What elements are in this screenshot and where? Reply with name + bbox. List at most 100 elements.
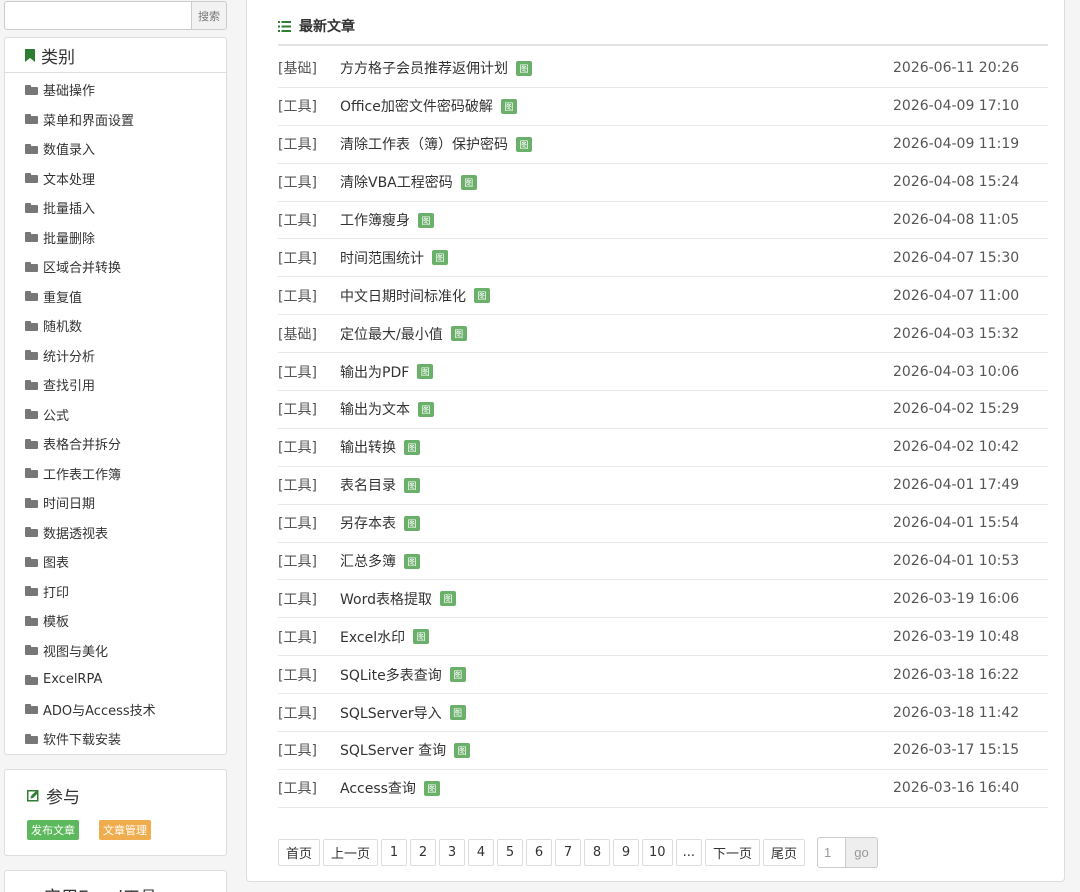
image-badge: 图: [454, 742, 471, 758]
article-title-link[interactable]: Word表格提取: [340, 589, 432, 609]
article-category[interactable]: [基础]: [278, 58, 340, 78]
category-label: 工作表工作簿: [43, 467, 122, 483]
article-title-link[interactable]: 定位最大/最小值: [340, 324, 443, 344]
article-row: [工具] 时间范围统计图 2026-04-07 15:30: [278, 239, 1048, 278]
category-panel: 类别 基础操作 菜单和界面设置 数值录入 文本处理 批量插入 批量删除 区域合并转换 重复值随…: [4, 37, 227, 755]
category-item[interactable]: 模板: [5, 606, 226, 636]
participate-panel: 参与 发布文章 文章管理: [4, 769, 227, 856]
category-item[interactable]: 视图与美化: [5, 636, 226, 666]
article-category[interactable]: [工具]: [278, 437, 340, 457]
article-title-link[interactable]: 方方格子会员推荐返佣计划: [340, 58, 508, 78]
page-number-button[interactable]: 6: [526, 839, 553, 866]
article-category[interactable]: [工具]: [278, 96, 340, 116]
search-button[interactable]: 搜索: [192, 1, 227, 30]
article-category[interactable]: [工具]: [278, 475, 340, 495]
category-item[interactable]: 查找引用: [5, 370, 226, 400]
category-item[interactable]: 区域合并转换: [5, 252, 226, 282]
article-title-link[interactable]: 输出为PDF: [340, 362, 409, 382]
page-number-button[interactable]: 4: [468, 839, 495, 866]
search-input[interactable]: [4, 1, 192, 30]
category-item[interactable]: 随机数: [5, 311, 226, 341]
article-row: [基础] 定位最大/最小值图 2026-04-03 15:32: [278, 315, 1048, 354]
category-item[interactable]: 统计分析: [5, 341, 226, 371]
manage-articles-button[interactable]: 文章管理: [99, 820, 151, 840]
go-button[interactable]: go: [846, 837, 879, 868]
category-item[interactable]: 表格合并拆分: [5, 429, 226, 459]
article-title-link[interactable]: Office加密文件密码破解: [340, 96, 493, 116]
folder-icon: [25, 143, 38, 154]
category-item[interactable]: 公式: [5, 400, 226, 430]
article-title-link[interactable]: 输出为文本: [340, 399, 410, 419]
category-item[interactable]: 工作表工作簿: [5, 459, 226, 489]
article-date: 2026-04-01 10:53: [893, 553, 1020, 570]
page-number-button[interactable]: 5: [497, 839, 524, 866]
article-category[interactable]: [工具]: [278, 778, 340, 798]
page-number-button[interactable]: 2: [410, 839, 437, 866]
page-number-button[interactable]: 10: [642, 839, 673, 866]
article-category[interactable]: [工具]: [278, 172, 340, 192]
article-category[interactable]: [工具]: [278, 399, 340, 419]
article-title-link[interactable]: SQLite多表查询: [340, 665, 442, 685]
article-row: [工具] Excel水印图 2026-03-19 10:48: [278, 618, 1048, 657]
article-title-link[interactable]: Excel水印: [340, 627, 405, 647]
first-page-button[interactable]: 首页: [278, 839, 321, 866]
category-item[interactable]: 批量插入: [5, 193, 226, 223]
article-title-link[interactable]: 汇总多簿: [340, 551, 396, 571]
article-title-link[interactable]: 工作簿瘦身: [340, 210, 410, 230]
article-title-link[interactable]: SQLServer导入: [340, 703, 442, 723]
category-item[interactable]: 图表: [5, 547, 226, 577]
article-category[interactable]: [工具]: [278, 589, 340, 609]
goto-page-input[interactable]: [817, 837, 847, 868]
page-number-button[interactable]: 3: [439, 839, 466, 866]
page-number-button[interactable]: 1: [381, 839, 408, 866]
folder-icon: [25, 674, 38, 685]
category-item[interactable]: 文本处理: [5, 164, 226, 194]
edit-icon: [27, 789, 40, 802]
article-category[interactable]: [工具]: [278, 703, 340, 723]
article-category[interactable]: [工具]: [278, 134, 340, 154]
category-item[interactable]: 基础操作: [5, 75, 226, 105]
article-title-link[interactable]: 时间范围统计: [340, 248, 424, 268]
article-category[interactable]: [工具]: [278, 513, 340, 533]
article-title-link[interactable]: 输出转换: [340, 437, 396, 457]
article-date: 2026-03-18 16:22: [893, 666, 1020, 683]
article-title-link[interactable]: SQLServer 查询: [340, 740, 446, 760]
prev-page-button[interactable]: 上一页: [323, 839, 379, 866]
category-item[interactable]: ExcelRPA: [5, 665, 226, 695]
page-number-button[interactable]: 7: [555, 839, 582, 866]
article-title-link[interactable]: 另存本表: [340, 513, 396, 533]
article-category[interactable]: [工具]: [278, 286, 340, 306]
article-title-link[interactable]: 中文日期时间标准化: [340, 286, 466, 306]
article-title-link[interactable]: Access查询: [340, 778, 416, 798]
category-item[interactable]: 数据透视表: [5, 518, 226, 548]
category-item[interactable]: 时间日期: [5, 488, 226, 518]
article-date: 2026-03-16 16:40: [893, 780, 1020, 797]
publish-article-button[interactable]: 发布文章: [27, 820, 79, 840]
article-date: 2026-04-09 11:19: [893, 136, 1020, 153]
category-item[interactable]: 批量删除: [5, 223, 226, 253]
category-item[interactable]: 重复值: [5, 282, 226, 312]
article-title-link[interactable]: 表名目录: [340, 475, 396, 495]
category-item[interactable]: 软件下载安装: [5, 724, 226, 754]
image-badge: 图: [418, 212, 434, 228]
article-category[interactable]: [工具]: [278, 248, 340, 268]
category-label: 时间日期: [43, 497, 96, 513]
article-category[interactable]: [工具]: [278, 362, 340, 382]
article-category[interactable]: [工具]: [278, 627, 340, 647]
category-item[interactable]: ADO与Access技术: [5, 695, 226, 725]
article-title-link[interactable]: 清除VBA工程密码: [340, 172, 453, 192]
latest-articles-panel: 最新文章 [基础] 方方格子会员推荐返佣计划图 2026-06-11 20:26 [工…: [246, 0, 1065, 882]
category-item[interactable]: 菜单和界面设置: [5, 105, 226, 135]
category-item[interactable]: 打印: [5, 577, 226, 607]
last-page-button[interactable]: 尾页: [763, 839, 806, 866]
article-category[interactable]: [工具]: [278, 210, 340, 230]
article-category[interactable]: [基础]: [278, 324, 340, 344]
article-category[interactable]: [工具]: [278, 740, 340, 760]
article-title-link[interactable]: 清除工作表（簿）保护密码: [340, 134, 508, 154]
page-number-button[interactable]: 8: [584, 839, 611, 866]
article-category[interactable]: [工具]: [278, 551, 340, 571]
article-category[interactable]: [工具]: [278, 665, 340, 685]
category-item[interactable]: 数值录入: [5, 134, 226, 164]
next-page-button[interactable]: 下一页: [704, 839, 760, 866]
page-number-button[interactable]: 9: [613, 839, 640, 866]
